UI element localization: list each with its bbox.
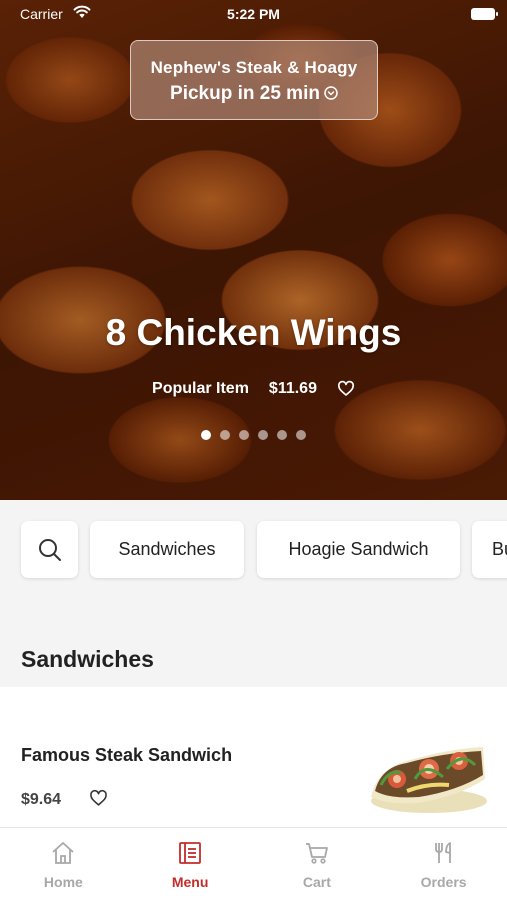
tab-label: Home [43,874,83,890]
heart-icon[interactable] [337,380,355,398]
menu-item-card[interactable]: Famous Steak Sandwich $9.64 [0,687,507,827]
tab-menu[interactable]: Menu [127,828,254,900]
home-icon [52,842,74,864]
category-bar: Sandwiches Hoagie Sandwich Bu [0,500,507,600]
chevron-down-circle-icon [324,86,338,100]
tab-home[interactable]: Home [0,828,127,900]
category-chip-partial[interactable]: Bu [472,521,507,578]
section-title: Sandwiches [21,646,154,672]
tab-label: Menu [171,874,209,890]
item-price: $9.64 [21,791,62,808]
tab-orders[interactable]: Orders [380,828,507,900]
hero-banner[interactable]: Carrier 5:22 PM Nephew's Steak & Hoagy P… [0,0,507,500]
carousel-dot[interactable] [258,430,268,440]
carousel-dot[interactable] [239,430,249,440]
pickup-time-row: Pickup in 25 min [131,83,377,105]
tab-bar: Home Menu Cart Orders [0,827,507,900]
featured-item-title: 8 Chicken Wings [105,312,402,353]
tab-cart[interactable]: Cart [254,828,381,900]
featured-item-meta: Popular Item $11.69 [0,380,507,398]
carousel-dot[interactable] [201,430,211,440]
steak-sandwich-image [371,747,487,813]
search-icon [38,538,61,561]
featured-price: $11.69 [268,380,317,397]
battery-icon [471,8,498,20]
item-name: Famous Steak Sandwich [21,745,233,765]
carousel-dot[interactable] [220,430,230,440]
carousel-dot[interactable] [277,430,287,440]
store-name: Nephew's Steak & Hoagy [150,58,358,77]
pickup-time: Pickup in 25 min [170,83,320,104]
status-time: 5:22 PM [227,6,280,22]
pickup-selector[interactable]: Nephew's Steak & Hoagy Pickup in 25 min [130,40,378,120]
carousel-indicator [0,430,507,440]
category-chip-sandwiches[interactable]: Sandwiches [90,521,244,578]
popular-badge: Popular Item [152,380,249,397]
tab-label: Orders [420,874,467,890]
carousel-dot[interactable] [296,430,306,440]
utensils-icon [434,842,451,863]
search-button[interactable] [21,521,78,578]
tab-label: Cart [302,874,331,890]
status-bar: Carrier 5:22 PM [0,0,507,28]
category-chip-hoagie-sandwich[interactable]: Hoagie Sandwich [257,521,460,578]
cart-icon [305,843,328,864]
menu-icon [179,842,202,864]
heart-icon[interactable] [89,789,108,808]
